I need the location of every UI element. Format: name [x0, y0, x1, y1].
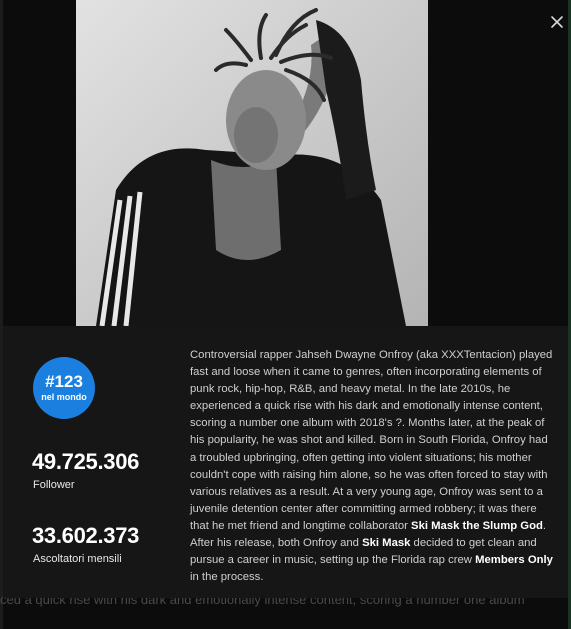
followers-label: Follower	[33, 479, 75, 491]
close-button[interactable]	[547, 12, 567, 32]
followers-count: 49.725.306	[32, 449, 140, 474]
monthly-listeners-count: 33.602.373	[32, 523, 140, 548]
rank-number: #123	[45, 372, 83, 391]
link-members-only[interactable]: Members Only	[475, 554, 553, 566]
rank-label: nel mondo	[41, 392, 87, 402]
panel-fade	[3, 584, 568, 598]
about-panel: #123 nel mondo 49.725.306 Follower 33.60…	[3, 326, 568, 598]
link-ski-mask[interactable]: Ski Mask	[362, 537, 410, 549]
world-rank-badge: #123 nel mondo	[33, 357, 95, 419]
artist-biography: Controversial rapper Jahseh Dwayne Onfro…	[190, 347, 554, 586]
bio-text: Controversial rapper Jahseh Dwayne Onfro…	[190, 349, 553, 532]
artist-photo-illustration	[76, 0, 428, 326]
artist-photo	[76, 0, 428, 326]
bio-text: in the process.	[190, 571, 264, 584]
link-ski-mask-the-slump-god[interactable]: Ski Mask the Slump God	[411, 520, 543, 532]
monthly-listeners-label: Ascoltatori mensili	[33, 553, 122, 565]
artist-about-modal: ced a quick rise with his dark and emoti…	[0, 0, 571, 629]
close-icon	[551, 16, 563, 28]
